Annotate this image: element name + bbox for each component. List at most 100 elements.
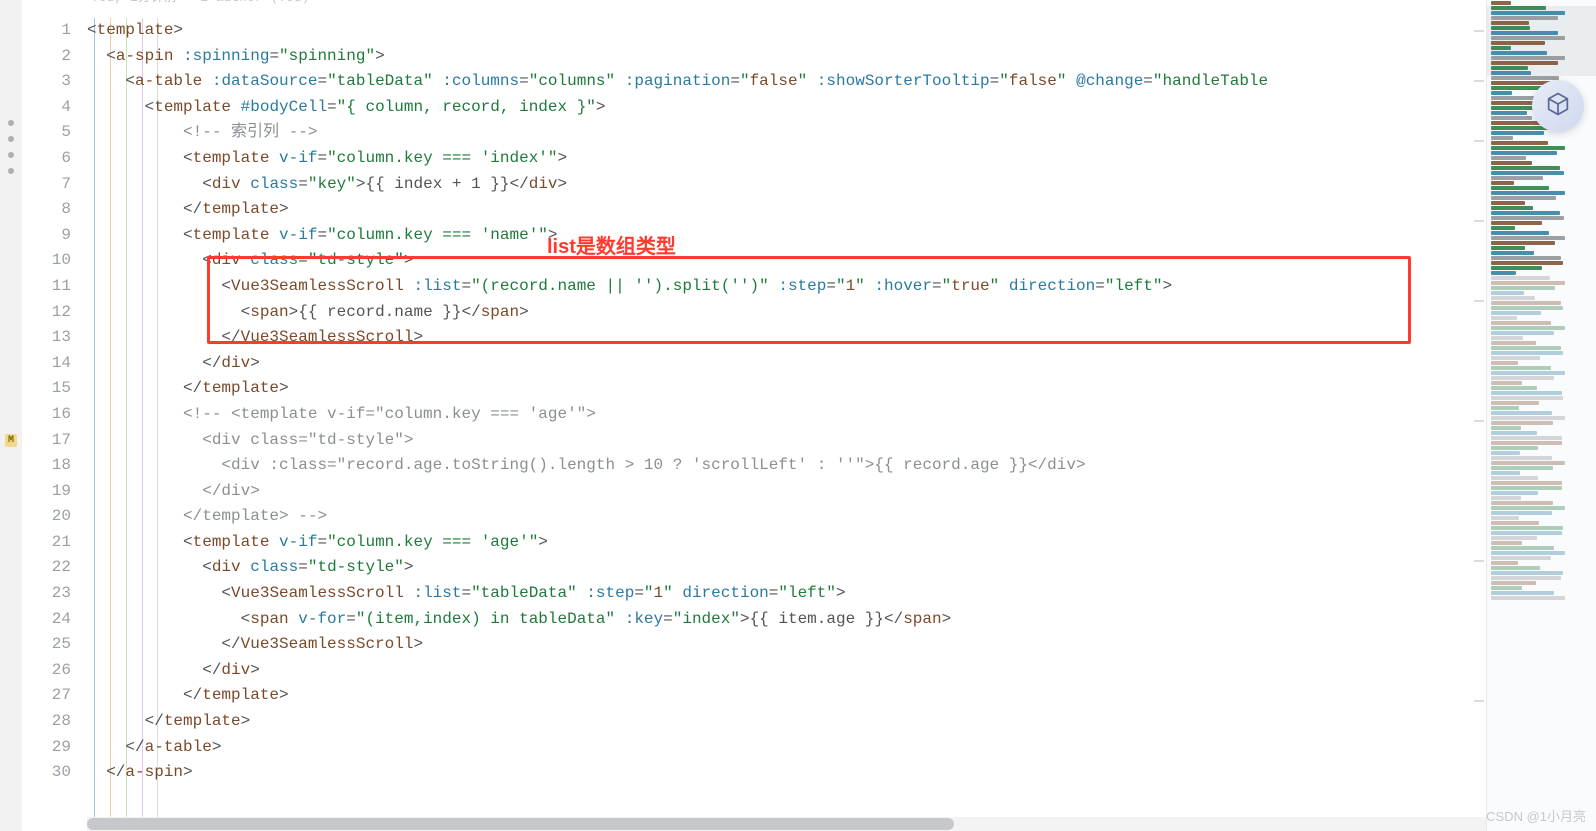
minimap-line: [1491, 511, 1552, 515]
minimap-line: [1491, 116, 1532, 120]
code-line[interactable]: </template>: [87, 683, 1486, 709]
minimap-line: [1491, 396, 1563, 400]
code-line[interactable]: <template #bodyCell="{ column, record, i…: [87, 95, 1486, 121]
code-line[interactable]: </div>: [87, 351, 1486, 377]
code-line[interactable]: <template v-if="column.key === 'name'">: [87, 223, 1486, 249]
minimap-line: [1491, 356, 1540, 360]
minimap-line: [1491, 91, 1512, 95]
editor[interactable]: 1234567891011121314151617181920212223242…: [22, 0, 1486, 831]
minimap-line: [1491, 536, 1537, 540]
line-number: 28: [22, 709, 87, 735]
gutter-dot-icon: [8, 120, 14, 126]
minimap-line: [1491, 576, 1561, 580]
code-line[interactable]: <template v-if="column.key === 'index'">: [87, 146, 1486, 172]
code-line[interactable]: </template>: [87, 376, 1486, 402]
code-line[interactable]: <template>: [87, 18, 1486, 44]
code-line[interactable]: </a-spin>: [87, 760, 1486, 786]
minimap-line: [1491, 456, 1552, 460]
line-number: 16: [22, 402, 87, 428]
code-line[interactable]: </template>: [87, 197, 1486, 223]
minimap-line: [1491, 381, 1522, 385]
code-line[interactable]: </div>: [87, 658, 1486, 684]
minimap-line: [1491, 246, 1525, 250]
horizontal-scrollbar-thumb[interactable]: [87, 818, 954, 830]
minimap-line: [1491, 426, 1521, 430]
minimap-line: [1491, 486, 1562, 490]
horizontal-scrollbar[interactable]: [87, 817, 1486, 831]
assistant-float-button[interactable]: [1532, 80, 1584, 132]
minimap-line: [1491, 46, 1511, 50]
line-number: 25: [22, 632, 87, 658]
code-line[interactable]: </Vue3SeamlessScroll>: [87, 632, 1486, 658]
gutter-dot-icon: [8, 152, 14, 158]
minimap-line: [1491, 481, 1562, 485]
code-line[interactable]: </div>: [87, 479, 1486, 505]
minimap-line: [1491, 51, 1547, 55]
minimap-line: [1491, 341, 1536, 345]
minimap-line: [1491, 391, 1562, 395]
minimap-line: [1491, 241, 1555, 245]
minimap-line: [1491, 206, 1533, 210]
code-line[interactable]: <a-table :dataSource="tableData" :column…: [87, 69, 1486, 95]
code-line[interactable]: <div class="key">{{ index + 1 }}</div>: [87, 172, 1486, 198]
line-number: 9: [22, 223, 87, 249]
minimap-line: [1491, 441, 1562, 445]
line-number: 8: [22, 197, 87, 223]
minimap-line: [1491, 376, 1554, 380]
minimap-line: [1491, 546, 1554, 550]
minimap-line: [1491, 541, 1522, 545]
minimap-line: [1491, 431, 1537, 435]
line-number: 26: [22, 658, 87, 684]
minimap-line: [1491, 271, 1516, 275]
minimap-line: [1491, 26, 1530, 30]
minimap-line: [1491, 296, 1535, 300]
minimap-line: [1491, 216, 1564, 220]
minimap-line: [1491, 326, 1565, 330]
minimap-line: [1491, 571, 1563, 575]
line-number: 15: [22, 376, 87, 402]
code-line[interactable]: <template v-if="column.key === 'age'">: [87, 530, 1486, 556]
minimap-line: [1491, 351, 1563, 355]
code-line[interactable]: </template> -->: [87, 504, 1486, 530]
code-line[interactable]: </Vue3SeamlessScroll>: [87, 325, 1486, 351]
minimap-line: [1491, 411, 1552, 415]
minimap-line: [1491, 566, 1540, 570]
minimap-line: [1491, 226, 1515, 230]
minimap-line: [1491, 516, 1519, 520]
overview-tick: [1474, 560, 1484, 562]
line-number: 27: [22, 683, 87, 709]
minimap-line: [1491, 521, 1539, 525]
minimap-line: [1491, 146, 1565, 150]
code-line[interactable]: <Vue3SeamlessScroll :list="(record.name …: [87, 274, 1486, 300]
line-number: 13: [22, 325, 87, 351]
minimap-line: [1491, 256, 1561, 260]
minimap-line: [1491, 76, 1559, 80]
code-line[interactable]: <Vue3SeamlessScroll :list="tableData" :s…: [87, 581, 1486, 607]
minimap-line: [1491, 166, 1560, 170]
code-line[interactable]: <div class="td-style">: [87, 428, 1486, 454]
minimap-line: [1491, 231, 1549, 235]
line-number: 19: [22, 479, 87, 505]
code-line[interactable]: <div class="td-style">: [87, 248, 1486, 274]
code-line[interactable]: <a-spin :spinning="spinning">: [87, 44, 1486, 70]
overview-ruler: [1472, 0, 1486, 817]
minimap-line: [1491, 421, 1553, 425]
overview-tick: [1474, 300, 1484, 302]
code-line[interactable]: <span>{{ record.name }}</span>: [87, 300, 1486, 326]
code-line[interactable]: </template>: [87, 709, 1486, 735]
code-line[interactable]: <!-- <template v-if="column.key === 'age…: [87, 402, 1486, 428]
minimap-line: [1491, 501, 1553, 505]
overview-tick: [1474, 220, 1484, 222]
minimap-line: [1491, 446, 1538, 450]
code-area[interactable]: You, 1分钟前 • 1 author (You) list是数组类型 <te…: [87, 0, 1486, 831]
line-number: 23: [22, 581, 87, 607]
minimap-line: [1491, 561, 1518, 565]
minimap-line: [1491, 406, 1519, 410]
code-line[interactable]: <div class="td-style">: [87, 555, 1486, 581]
minimap-line: [1491, 251, 1534, 255]
code-line[interactable]: </a-table>: [87, 735, 1486, 761]
code-line[interactable]: <div :class="record.age.toString().lengt…: [87, 453, 1486, 479]
code-line[interactable]: <span v-for="(item,index) in tableData" …: [87, 607, 1486, 633]
minimap-line: [1491, 141, 1548, 145]
code-line[interactable]: <!-- 索引列 -->: [87, 120, 1486, 146]
